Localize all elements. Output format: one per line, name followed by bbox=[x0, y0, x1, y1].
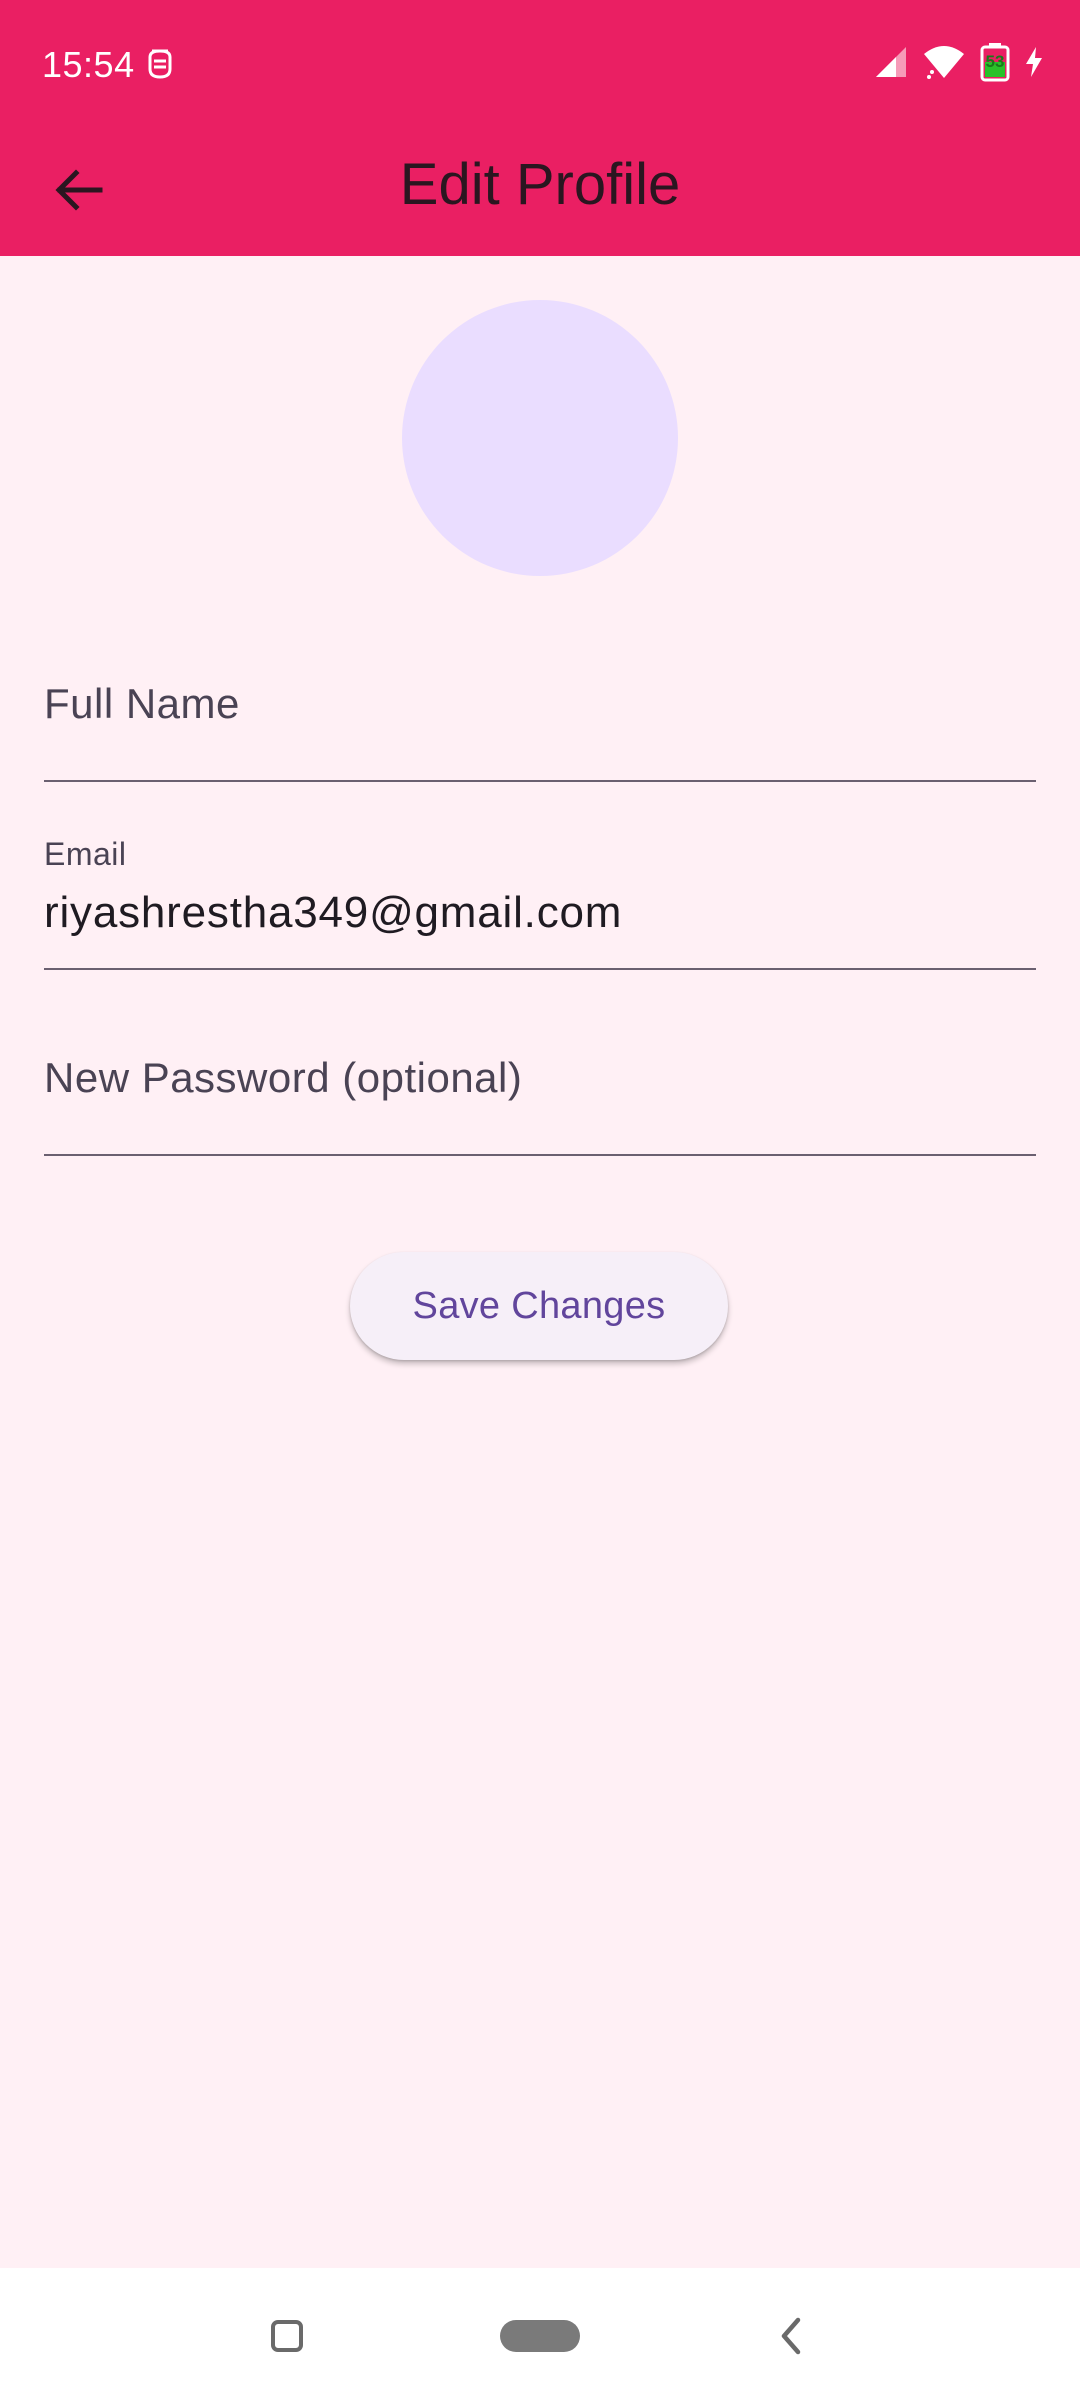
notification-icon bbox=[148, 49, 172, 79]
battery-level: 53 bbox=[985, 52, 1005, 71]
signal-icon bbox=[876, 47, 906, 77]
recents-icon[interactable] bbox=[271, 2320, 303, 2352]
full-name-field[interactable]: Full Name bbox=[44, 660, 1036, 784]
system-nav-bar bbox=[0, 2268, 1080, 2400]
new-password-label: New Password (optional) bbox=[44, 1054, 523, 1101]
wifi-icon bbox=[924, 46, 964, 79]
charging-icon bbox=[1026, 47, 1042, 77]
status-icons: 53 bbox=[874, 42, 1044, 82]
email-underline bbox=[44, 968, 1036, 970]
app-bar: Edit Profile bbox=[0, 130, 1080, 256]
battery-icon: 53 bbox=[980, 42, 1010, 82]
status-bar: 15:54 53 bbox=[0, 0, 1080, 130]
home-pill-icon[interactable] bbox=[500, 2320, 580, 2352]
header-region: 15:54 53 Edit Profile bbox=[0, 0, 1080, 256]
email-label: Email bbox=[44, 836, 127, 872]
full-name-label: Full Name bbox=[44, 680, 240, 727]
avatar[interactable] bbox=[402, 300, 678, 576]
email-field[interactable]: Email riyashrestha349@gmail.com bbox=[44, 830, 1036, 970]
full-name-underline bbox=[44, 780, 1036, 782]
new-password-underline bbox=[44, 1154, 1036, 1156]
save-changes-label: Save Changes bbox=[412, 1284, 666, 1327]
new-password-field[interactable]: New Password (optional) bbox=[44, 1036, 1036, 1158]
save-changes-button[interactable]: Save Changes bbox=[350, 1252, 728, 1360]
email-value[interactable]: riyashrestha349@gmail.com bbox=[44, 888, 622, 938]
status-time: 15:54 bbox=[42, 44, 135, 85]
edit-profile-screen: 15:54 53 Edit Profile Full Name Email ri… bbox=[0, 0, 1080, 2400]
back-chevron-icon[interactable] bbox=[770, 2314, 814, 2358]
page-title: Edit Profile bbox=[399, 152, 681, 217]
